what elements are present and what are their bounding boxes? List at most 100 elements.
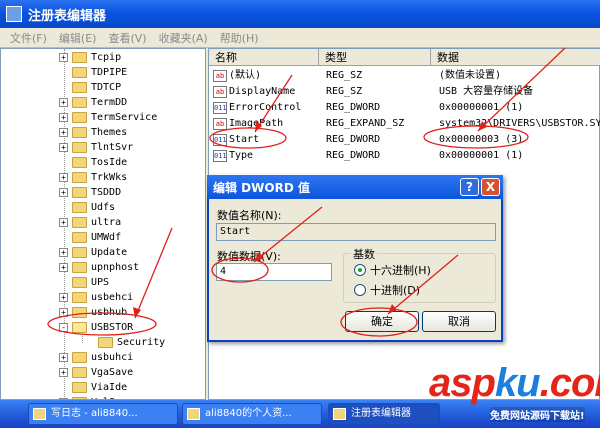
taskbar-item-profile[interactable]: ali8840的个人资... xyxy=(182,403,322,425)
tree-item-label: UMWdf xyxy=(91,232,122,243)
folder-icon xyxy=(72,277,87,288)
tree-item[interactable]: TosIde xyxy=(59,155,127,170)
taskbar-item-label: 注册表编辑器 xyxy=(351,408,411,419)
tree-item[interactable]: + TermDD xyxy=(59,95,127,110)
expand-toggle-icon[interactable]: + xyxy=(59,293,68,302)
tree-item[interactable]: UMWdf xyxy=(59,230,121,245)
folder-icon xyxy=(98,337,113,348)
folder-icon xyxy=(72,157,87,168)
tree-item[interactable]: + usbhub xyxy=(59,305,127,320)
tree-item-label: TDTCP xyxy=(91,82,122,93)
expand-toggle-icon[interactable]: + xyxy=(59,113,68,122)
ok-button[interactable]: 确定 xyxy=(345,311,419,332)
taskbar-item-blog[interactable]: 写日志 - ali8840... xyxy=(28,403,178,425)
tree-item[interactable]: + ultra xyxy=(59,215,121,230)
value-row[interactable]: 011 ErrorControl REG_DWORD 0x00000001 (1) xyxy=(209,100,600,116)
value-data: 0x00000001 (1) xyxy=(439,102,524,113)
window-title: 注册表编辑器 xyxy=(28,8,107,24)
value-name: Type xyxy=(229,150,254,161)
tree-item-label: USBSTOR xyxy=(91,322,134,333)
menu-favorites[interactable]: 收藏夹(A) xyxy=(153,30,214,46)
base-label: 基数 xyxy=(351,246,377,262)
value-data-input[interactable]: 4 xyxy=(216,263,332,281)
tree-item[interactable]: + TermService xyxy=(59,110,157,125)
tree-item[interactable]: + Tcpip xyxy=(59,50,121,65)
column-name[interactable]: 名称 xyxy=(209,49,319,66)
list-header: 名称 类型 数据 xyxy=(209,49,600,66)
tree-item-label: ultra xyxy=(91,217,122,228)
tree-item[interactable]: + usbehci xyxy=(59,290,133,305)
taskbar-item-label: ali8840的个人资... xyxy=(205,408,292,419)
tree-item[interactable]: + upnphost xyxy=(59,260,139,275)
expand-toggle-icon[interactable]: + xyxy=(59,188,68,197)
menu-view[interactable]: 查看(V) xyxy=(102,30,152,46)
tree-item[interactable]: + Update xyxy=(59,245,127,260)
expand-toggle-icon[interactable]: - xyxy=(59,323,68,332)
value-type: REG_DWORD xyxy=(326,150,381,161)
tree-item[interactable]: + TSDDD xyxy=(59,185,121,200)
folder-icon xyxy=(72,322,87,333)
expand-toggle-icon[interactable]: + xyxy=(59,368,68,377)
expand-toggle-icon[interactable]: + xyxy=(59,248,68,257)
folder-icon xyxy=(72,367,87,378)
expand-toggle-icon[interactable]: + xyxy=(59,98,68,107)
value-row[interactable]: ab ImagePath REG_EXPAND_SZ system32\DRIVERS… xyxy=(209,116,600,132)
folder-icon xyxy=(72,112,87,123)
tree-item[interactable]: Security xyxy=(85,335,165,350)
base-groupbox: 基数 十六进制(H) 十进制(D) xyxy=(343,246,496,303)
radio-dec-label: 十进制(D) xyxy=(370,284,421,297)
value-row[interactable]: 011 Type REG_DWORD 0x00000001 (1) xyxy=(209,148,600,164)
watermark-logo-c: .com xyxy=(539,361,600,405)
tree-item[interactable]: - USBSTOR xyxy=(59,320,133,335)
value-row[interactable]: ab (默认) REG_SZ (数值未设置) xyxy=(209,68,600,84)
column-type[interactable]: 类型 xyxy=(319,49,431,66)
radio-hex[interactable]: 十六进制(H) xyxy=(354,262,431,278)
value-row[interactable]: 011 Start REG_DWORD 0x00000003 (3) xyxy=(209,132,600,148)
value-name: (默认) xyxy=(229,70,262,81)
expand-toggle-icon[interactable]: + xyxy=(59,218,68,227)
expand-toggle-icon[interactable]: + xyxy=(59,353,68,362)
taskbar-item-regedit[interactable]: 注册表编辑器 xyxy=(328,403,440,425)
folder-icon xyxy=(72,52,87,63)
expand-toggle-icon[interactable]: + xyxy=(59,173,68,182)
value-name: ErrorControl xyxy=(229,102,302,113)
cancel-button[interactable]: 取消 xyxy=(422,311,496,332)
tree-item[interactable]: + TrkWks xyxy=(59,170,127,185)
tree-item[interactable]: + Themes xyxy=(59,125,127,140)
value-data: 0x00000001 (1) xyxy=(439,150,524,161)
tree-item-label: ViaIde xyxy=(91,382,128,393)
tree-item-label: Security xyxy=(117,337,166,348)
expand-toggle-icon[interactable]: + xyxy=(59,53,68,62)
radio-hex-indicator[interactable] xyxy=(354,264,366,276)
radio-dec-indicator[interactable] xyxy=(354,284,366,296)
folder-icon xyxy=(72,217,87,228)
tree-item-label: Udfs xyxy=(91,202,116,213)
expand-toggle-icon[interactable]: + xyxy=(59,143,68,152)
tree-item[interactable]: UPS xyxy=(59,275,109,290)
expand-toggle-icon[interactable]: + xyxy=(59,308,68,317)
dialog-help-button[interactable]: ? xyxy=(460,178,479,196)
menu-file[interactable]: 文件(F) xyxy=(4,30,53,46)
tree-item[interactable]: + usbuhci xyxy=(59,350,133,365)
tree-item[interactable]: Udfs xyxy=(59,200,115,215)
tree-item[interactable]: + VgaSave xyxy=(59,365,133,380)
expand-toggle-icon[interactable]: + xyxy=(59,263,68,272)
radio-dec[interactable]: 十进制(D) xyxy=(354,282,420,298)
tree-item[interactable]: + TlntSvr xyxy=(59,140,133,155)
folder-icon xyxy=(72,82,87,93)
registry-tree[interactable]: + Tcpip TDPIPE TDTCP + TermDD + TermService + The… xyxy=(0,48,206,400)
column-data[interactable]: 数据 xyxy=(431,49,600,66)
value-row[interactable]: ab DisplayName REG_SZ USB 大容量存储设备 xyxy=(209,84,600,100)
tree-item[interactable]: TDTCP xyxy=(59,80,121,95)
tree-item[interactable]: TDPIPE xyxy=(59,65,127,80)
tree-item[interactable]: ViaIde xyxy=(59,380,127,395)
tree-item-label: Update xyxy=(91,247,128,258)
menu-help[interactable]: 帮助(H) xyxy=(214,30,265,46)
folder-icon xyxy=(72,382,87,393)
menu-edit[interactable]: 编辑(E) xyxy=(53,30,103,46)
expand-toggle-icon[interactable]: + xyxy=(59,128,68,137)
edit-dword-dialog: 编辑 DWORD 值 ? X 数值名称(N): Start 数值数据(V): 4… xyxy=(207,175,503,342)
dialog-close-button[interactable]: X xyxy=(481,178,500,196)
value-data: 0x00000003 (3) xyxy=(439,134,524,145)
tree-item-label: Tcpip xyxy=(91,52,122,63)
